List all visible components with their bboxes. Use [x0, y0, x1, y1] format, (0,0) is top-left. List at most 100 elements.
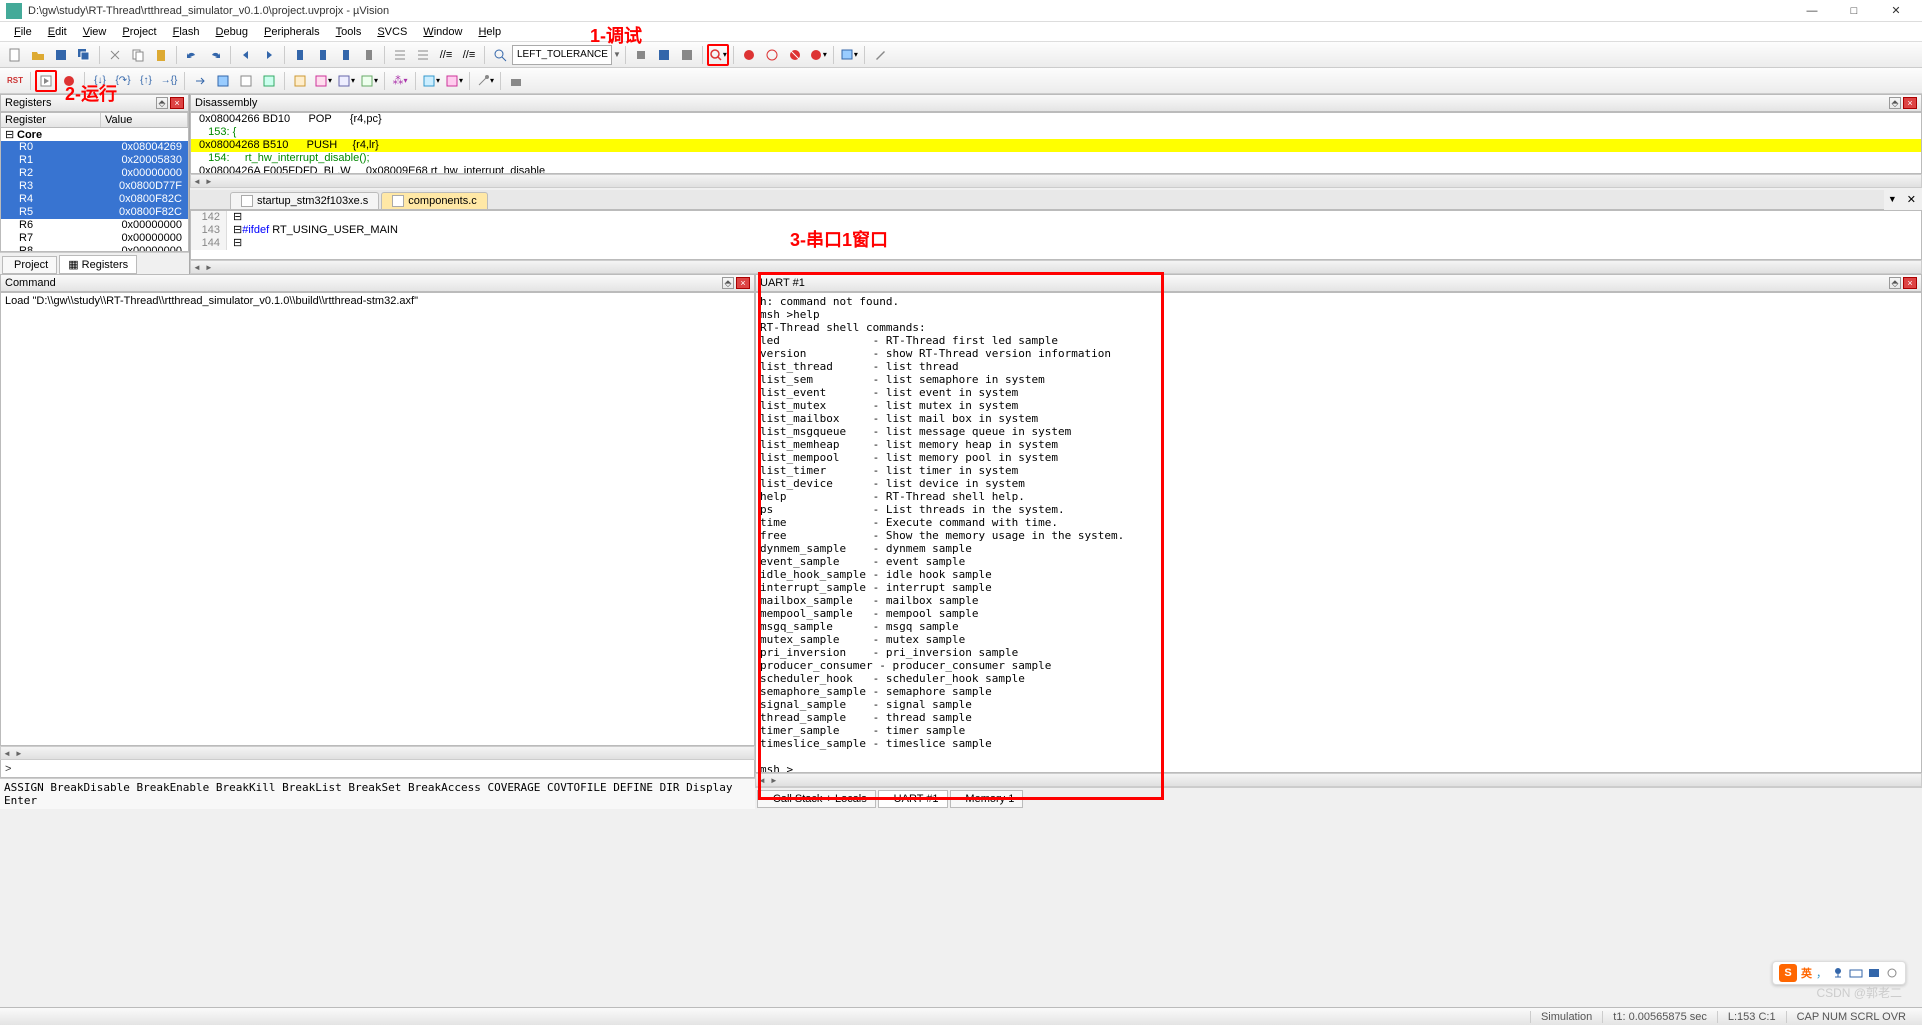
undo-icon[interactable]: [181, 44, 203, 66]
uart-body[interactable]: h: command not found. msh >help RT-Threa…: [755, 292, 1922, 773]
callstack-window-icon[interactable]: ▾: [312, 70, 334, 92]
window-icon[interactable]: ▾: [838, 44, 860, 66]
memory-window-icon[interactable]: ▾: [358, 70, 380, 92]
registers-window-icon[interactable]: [289, 70, 311, 92]
source-tab[interactable]: startup_stm32f103xe.s: [230, 192, 379, 209]
pin-icon[interactable]: ⬘: [1889, 277, 1901, 289]
ime-punct-icon[interactable]: ，: [1816, 965, 1827, 981]
bookmark-prev-icon[interactable]: [312, 44, 334, 66]
menu-svcs[interactable]: SVCS: [369, 24, 415, 40]
run-icon[interactable]: [35, 70, 57, 92]
menu-flash[interactable]: Flash: [165, 24, 208, 40]
panel-close-icon[interactable]: ×: [170, 97, 184, 109]
pin-icon[interactable]: ⬘: [1889, 97, 1901, 109]
register-row[interactable]: R30x0800D77F: [1, 180, 188, 193]
breakpoint-disable-icon[interactable]: [761, 44, 783, 66]
disasm-line[interactable]: 0x08004266 BD10 POP {r4,pc}: [191, 113, 1921, 126]
bookmark-icon[interactable]: [289, 44, 311, 66]
disasm-line[interactable]: 0x08004268 B510 PUSH {r4,lr}: [191, 139, 1921, 152]
ime-skin-icon[interactable]: [1867, 966, 1881, 980]
menu-tools[interactable]: Tools: [328, 24, 370, 40]
disasm-window-icon[interactable]: [235, 70, 257, 92]
nav-back-icon[interactable]: [235, 44, 257, 66]
trace-window-icon[interactable]: ▾: [443, 70, 465, 92]
analysis-window-icon[interactable]: ▾: [420, 70, 442, 92]
save-all-icon[interactable]: [73, 44, 95, 66]
reset-icon[interactable]: RST: [4, 70, 26, 92]
register-row[interactable]: R60x00000000: [1, 219, 188, 232]
menu-peripherals[interactable]: Peripherals: [256, 24, 328, 40]
menu-edit[interactable]: Edit: [40, 24, 75, 40]
ime-keyboard-icon[interactable]: [1849, 966, 1863, 980]
source-line[interactable]: 143⊟#ifdef RT_USING_USER_MAIN: [191, 224, 1921, 237]
find-icon[interactable]: [489, 44, 511, 66]
menu-view[interactable]: View: [75, 24, 115, 40]
configure-icon[interactable]: [869, 44, 891, 66]
uart-hscroll[interactable]: [755, 773, 1922, 787]
minimize-button[interactable]: —: [1792, 1, 1832, 21]
redo-icon[interactable]: [204, 44, 226, 66]
comment-icon[interactable]: //≡: [435, 44, 457, 66]
outdent-icon[interactable]: [412, 44, 434, 66]
debug-start-icon[interactable]: ▾: [707, 44, 729, 66]
command-input[interactable]: [15, 762, 754, 775]
disasm-line[interactable]: 153: {: [191, 126, 1921, 139]
source-tab[interactable]: components.c: [381, 192, 487, 209]
register-row[interactable]: R50x0800F82C: [1, 206, 188, 219]
tab-close-icon[interactable]: ✕: [1901, 193, 1922, 206]
copy-icon[interactable]: [127, 44, 149, 66]
menu-window[interactable]: Window: [415, 24, 470, 40]
nav-forward-icon[interactable]: [258, 44, 280, 66]
stop-icon[interactable]: [58, 70, 80, 92]
panel-close-icon[interactable]: ×: [1903, 277, 1917, 289]
rebuild-icon[interactable]: [676, 44, 698, 66]
toolbox-icon[interactable]: [505, 70, 527, 92]
ime-mic-icon[interactable]: [1831, 966, 1845, 980]
maximize-button[interactable]: □: [1834, 1, 1874, 21]
source-line[interactable]: 144⊟: [191, 237, 1921, 250]
ime-settings-icon[interactable]: [1885, 966, 1899, 980]
symbols-window-icon[interactable]: [258, 70, 280, 92]
register-row[interactable]: R70x00000000: [1, 232, 188, 245]
save-icon[interactable]: [50, 44, 72, 66]
step-out-icon[interactable]: {↑}: [135, 70, 157, 92]
register-row[interactable]: R40x0800F82C: [1, 193, 188, 206]
watch-window-icon[interactable]: ▾: [335, 70, 357, 92]
build-icon[interactable]: [630, 44, 652, 66]
menu-project[interactable]: Project: [114, 24, 164, 40]
menu-help[interactable]: Help: [470, 24, 509, 40]
bottom-tab[interactable]: ▫Memory 1: [950, 790, 1024, 808]
step-over-icon[interactable]: {↷}: [112, 70, 134, 92]
show-next-icon[interactable]: [189, 70, 211, 92]
bookmark-next-icon[interactable]: [335, 44, 357, 66]
register-row[interactable]: R10x20005830: [1, 154, 188, 167]
indent-icon[interactable]: [389, 44, 411, 66]
step-in-icon[interactable]: {↓}: [89, 70, 111, 92]
open-file-icon[interactable]: [27, 44, 49, 66]
tab-dropdown-icon[interactable]: ▼: [1884, 194, 1901, 204]
close-button[interactable]: ✕: [1876, 1, 1916, 21]
find-combo[interactable]: LEFT_TOLERANCE: [512, 45, 612, 65]
ime-lang[interactable]: 英: [1801, 965, 1812, 981]
disasm-line[interactable]: 0x0800426A F005FDFD BL.W 0x08009E68 rt_h…: [191, 165, 1921, 174]
register-row[interactable]: R00x08004269: [1, 141, 188, 154]
bottom-tab[interactable]: ▫Call Stack + Locals: [757, 790, 876, 808]
command-hscroll[interactable]: [0, 746, 755, 760]
command-body[interactable]: Load "D:\\gw\\study\\RT-Thread\\rtthread…: [0, 292, 755, 746]
uncomment-icon[interactable]: //≡: [458, 44, 480, 66]
panel-close-icon[interactable]: ×: [1903, 97, 1917, 109]
register-row[interactable]: R20x00000000: [1, 167, 188, 180]
source-body[interactable]: 142⊟143⊟#ifdef RT_USING_USER_MAIN144⊟: [190, 210, 1922, 260]
menu-debug[interactable]: Debug: [208, 24, 256, 40]
new-file-icon[interactable]: [4, 44, 26, 66]
panel-close-icon[interactable]: ×: [736, 277, 750, 289]
pin-icon[interactable]: ⬘: [156, 97, 168, 109]
bookmark-clear-icon[interactable]: [358, 44, 380, 66]
run-to-cursor-icon[interactable]: →{}: [158, 70, 180, 92]
menu-file[interactable]: File: [6, 24, 40, 40]
registers-table[interactable]: Register Value ⊟Core R00x08004269R10x200…: [0, 112, 189, 252]
paste-icon[interactable]: [150, 44, 172, 66]
bottom-tab[interactable]: ▫UART #1: [878, 790, 948, 808]
cut-icon[interactable]: [104, 44, 126, 66]
pin-icon[interactable]: ⬘: [722, 277, 734, 289]
